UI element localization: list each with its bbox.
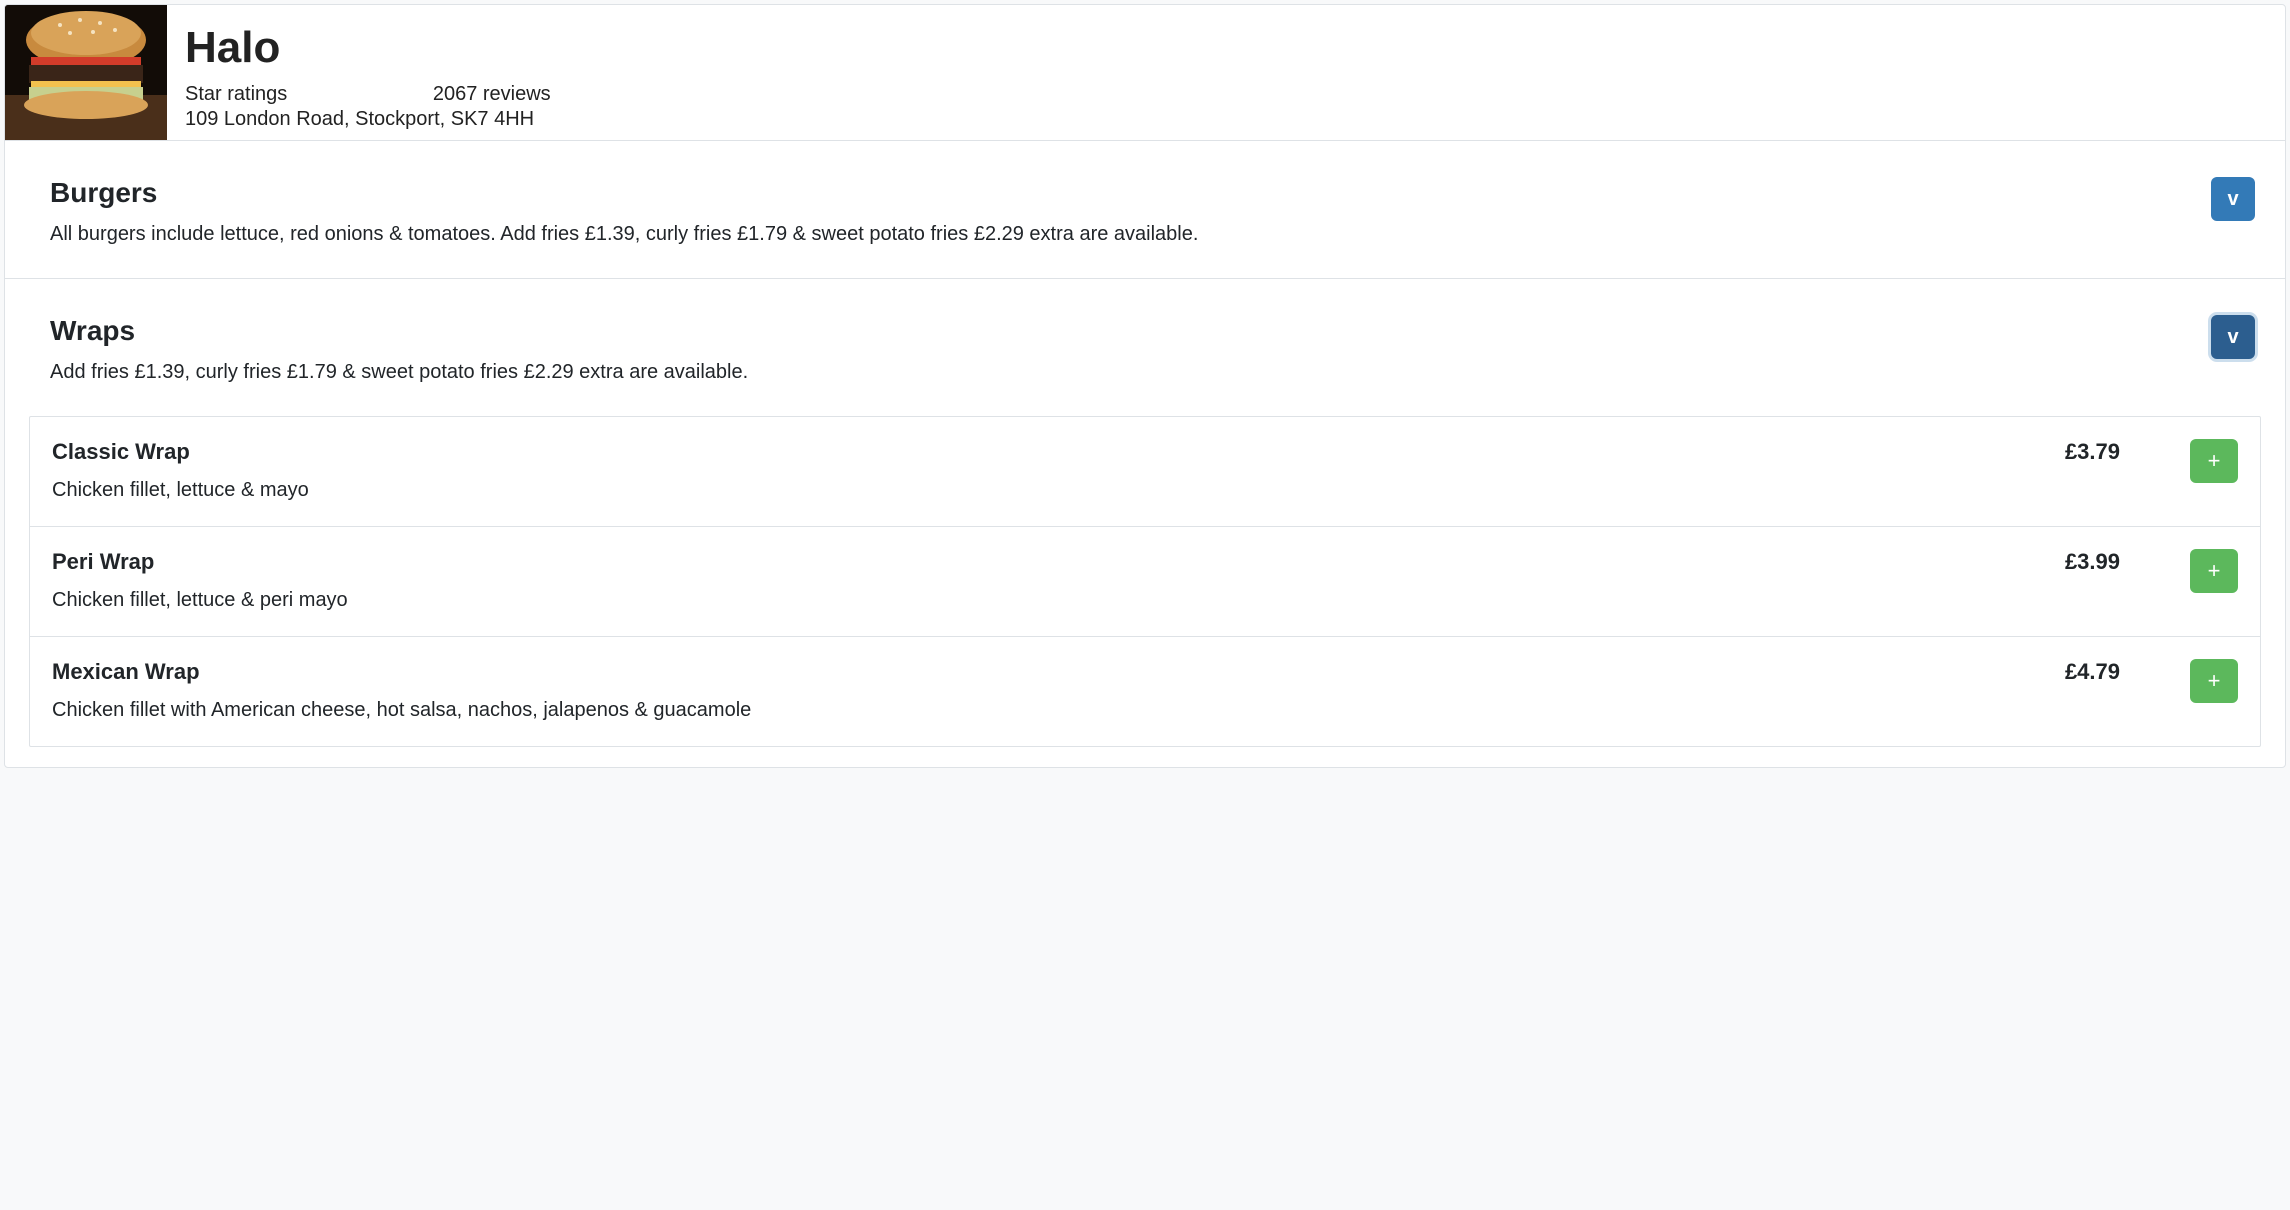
menu-item: Classic Wrap Chicken fillet, lettuce & m… [30,417,2260,527]
restaurant-card: Halo Star ratings 2067 reviews 109 Londo… [4,4,2286,768]
item-name: Mexican Wrap [52,659,2065,685]
section-header: Wraps Add fries £1.39, curly fries £1.79… [5,279,2285,416]
menu-item: Peri Wrap Chicken fillet, lettuce & peri… [30,527,2260,637]
item-description: Chicken fillet, lettuce & mayo [52,479,2065,502]
item-description: Chicken fillet, lettuce & peri mayo [52,589,2065,612]
collapse-toggle-button[interactable]: v [2211,177,2255,221]
item-price: £3.79 [2065,439,2120,465]
collapse-toggle-button[interactable]: v [2211,315,2255,359]
item-price: £4.79 [2065,659,2120,685]
section-description: All burgers include lettuce, red onions … [50,223,2211,246]
burger-icon [5,5,167,140]
item-description: Chicken fillet with American cheese, hot… [52,699,2065,722]
plus-icon: + [2208,558,2221,584]
restaurant-meta: Star ratings 2067 reviews [185,83,551,106]
add-item-button[interactable]: + [2190,549,2238,593]
menu-section-wraps: Wraps Add fries £1.39, curly fries £1.79… [5,279,2285,747]
plus-icon: + [2208,448,2221,474]
section-title: Burgers [50,177,2211,209]
section-title: Wraps [50,315,2211,347]
restaurant-header: Halo Star ratings 2067 reviews 109 Londo… [5,5,2285,141]
menu-item: Mexican Wrap Chicken fillet with America… [30,637,2260,746]
restaurant-image [5,5,167,140]
menu-section-burgers: Burgers All burgers include lettuce, red… [5,141,2285,279]
chevron-down-icon: v [2227,326,2238,349]
review-count: 2067 reviews [433,83,551,105]
chevron-down-icon: v [2227,188,2238,211]
item-name: Classic Wrap [52,439,2065,465]
menu-item-list: Classic Wrap Chicken fillet, lettuce & m… [29,416,2261,747]
section-description: Add fries £1.39, curly fries £1.79 & swe… [50,361,2211,384]
restaurant-name: Halo [185,23,551,73]
section-header: Burgers All burgers include lettuce, red… [5,141,2285,278]
restaurant-address: 109 London Road, Stockport, SK7 4HH [185,108,551,131]
item-price: £3.99 [2065,549,2120,575]
add-item-button[interactable]: + [2190,659,2238,703]
restaurant-info: Halo Star ratings 2067 reviews 109 Londo… [185,5,551,140]
plus-icon: + [2208,668,2221,694]
add-item-button[interactable]: + [2190,439,2238,483]
star-ratings-label: Star ratings [185,83,287,105]
item-name: Peri Wrap [52,549,2065,575]
